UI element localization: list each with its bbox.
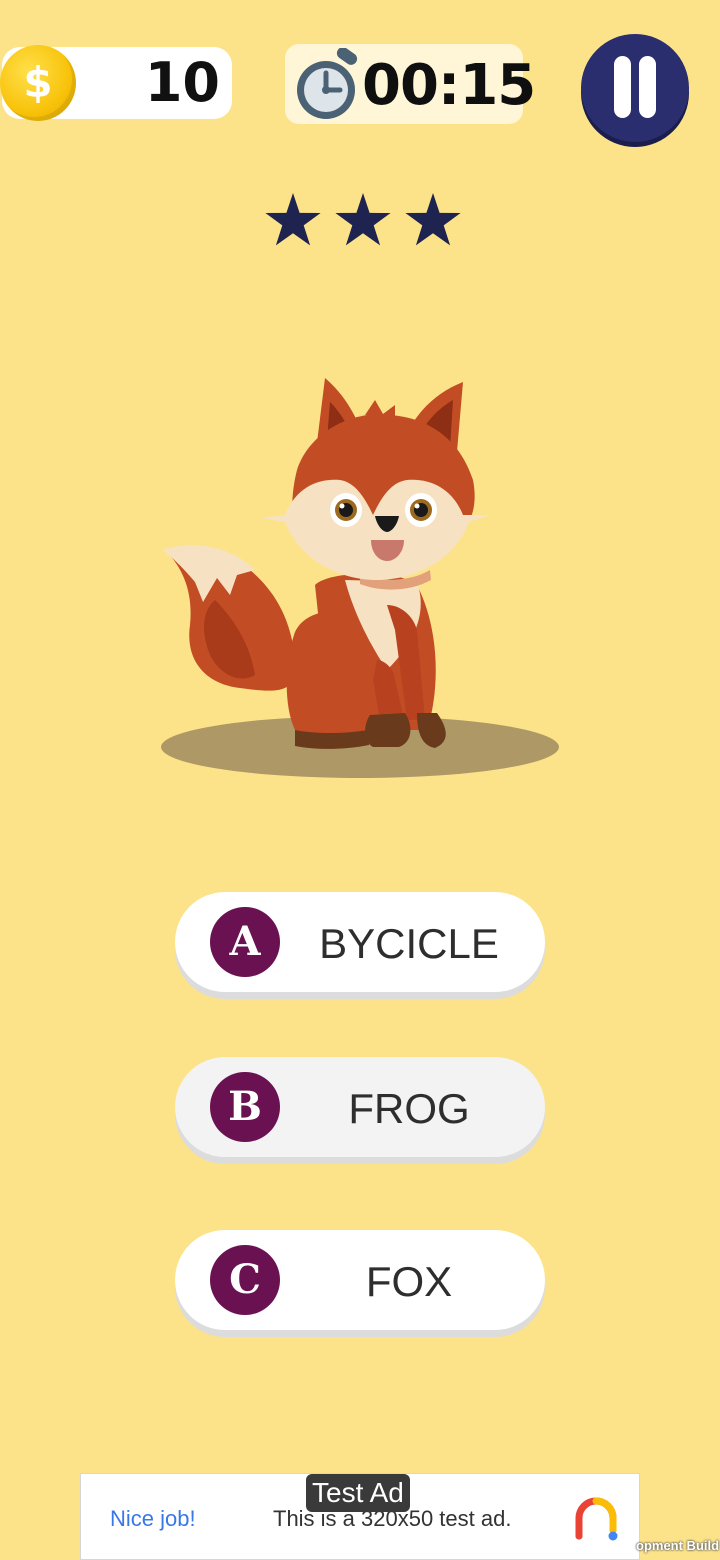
answer-option-b[interactable]: B FROG xyxy=(175,1057,545,1157)
option-text: BYCICLE xyxy=(319,920,499,967)
star-icon xyxy=(265,193,321,246)
option-letter-badge: C xyxy=(210,1245,280,1315)
ad-headline: Nice job! xyxy=(110,1506,196,1531)
timer-value: 00:15 xyxy=(362,53,536,118)
stopwatch-icon xyxy=(297,48,358,119)
option-letter-badge: B xyxy=(210,1072,280,1142)
test-ad-label: Test Ad xyxy=(306,1474,410,1512)
development-build-label: opment Build xyxy=(636,1538,720,1553)
answer-option-a[interactable]: A BYCICLE xyxy=(175,892,545,992)
answer-option-c[interactable]: C FOX xyxy=(175,1230,545,1330)
star-rating xyxy=(265,193,461,246)
option-text: FROG xyxy=(348,1085,470,1132)
star-icon xyxy=(335,193,391,246)
pause-icon xyxy=(639,56,656,118)
option-letter-badge: A xyxy=(210,907,280,977)
ad-logo-icon xyxy=(575,1497,618,1541)
option-text: FOX xyxy=(365,1258,453,1305)
star-icon xyxy=(405,193,461,246)
pause-button[interactable] xyxy=(581,34,689,142)
coin-count: 10 xyxy=(144,51,220,114)
pause-icon xyxy=(614,56,631,118)
coin-icon: $ xyxy=(0,45,76,121)
fox-illustration xyxy=(161,378,559,778)
